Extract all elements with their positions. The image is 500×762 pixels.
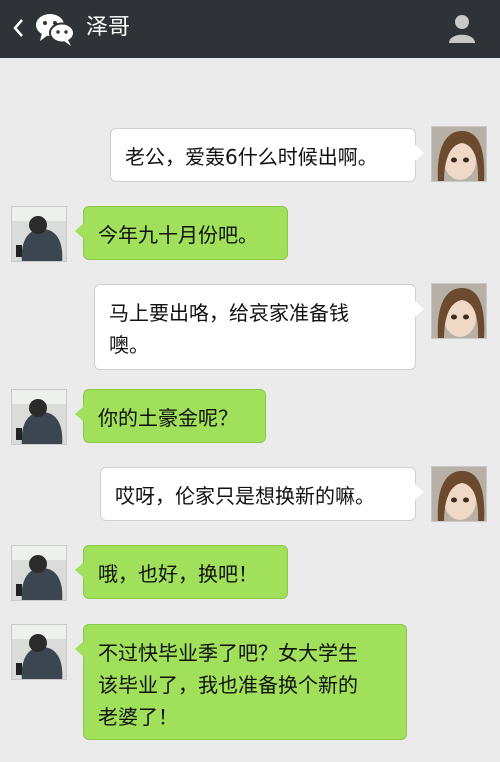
message-bubble-incoming[interactable]: 哦，也好，换吧！ bbox=[75, 545, 288, 599]
wechat-icon bbox=[34, 11, 76, 47]
message-bubble-incoming[interactable]: 不过快毕业季了吧？女大学生 该毕业了，我也准备换个新的 老婆了！ bbox=[75, 624, 407, 740]
person-icon bbox=[449, 15, 475, 43]
avatar-me[interactable] bbox=[431, 283, 487, 339]
avatar-me[interactable] bbox=[431, 126, 487, 182]
chevron-left-icon bbox=[13, 19, 23, 37]
message-text: 哎呀，伦家只是想换新的嘛。 bbox=[115, 484, 375, 508]
avatar-contact[interactable] bbox=[11, 206, 67, 262]
avatar-me[interactable] bbox=[431, 466, 487, 522]
message-bubble-outgoing[interactable]: 哎呀，伦家只是想换新的嘛。 bbox=[100, 467, 424, 521]
message-text-line: 马上要出咯，给哀家准备钱 bbox=[109, 301, 349, 325]
message-text: 老公，爱轰6什么时候出啊。 bbox=[125, 145, 378, 169]
message-text-line: 老婆了！ bbox=[98, 705, 178, 729]
avatar-contact[interactable] bbox=[11, 389, 67, 445]
profile-button[interactable] bbox=[446, 12, 478, 44]
avatar-contact[interactable] bbox=[11, 624, 67, 680]
message-text: 哦，也好，换吧！ bbox=[98, 562, 258, 586]
back-button[interactable] bbox=[8, 14, 30, 42]
message-text-line: 该毕业了，我也准备换个新的 bbox=[98, 673, 358, 697]
chat-area: 老公，爱轰6什么时候出啊。 今年九十月份吧。 马上要出咯，给哀家准备钱 噢。 你… bbox=[0, 58, 500, 762]
message-text: 今年九十月份吧。 bbox=[98, 223, 258, 247]
message-bubble-outgoing[interactable]: 老公，爱轰6什么时候出啊。 bbox=[110, 128, 424, 182]
message-bubble-incoming[interactable]: 今年九十月份吧。 bbox=[75, 206, 288, 260]
message-text-line: 不过快毕业季了吧？女大学生 bbox=[98, 641, 358, 665]
top-bar: 泽哥 bbox=[0, 0, 500, 58]
message-bubble-outgoing[interactable]: 马上要出咯，给哀家准备钱 噢。 bbox=[94, 284, 424, 370]
avatar-contact[interactable] bbox=[11, 545, 67, 601]
message-bubble-incoming[interactable]: 你的土豪金呢？ bbox=[75, 389, 266, 443]
message-text-line: 噢。 bbox=[109, 333, 149, 357]
chat-title: 泽哥 bbox=[86, 15, 131, 40]
message-text: 你的土豪金呢？ bbox=[98, 406, 238, 430]
